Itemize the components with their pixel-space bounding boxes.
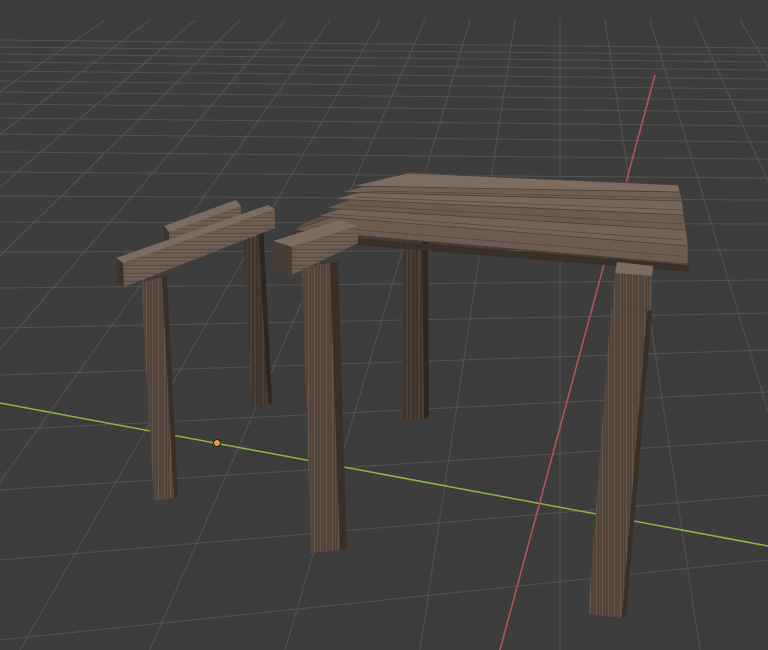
plank-roof[interactable]: [292, 172, 689, 272]
small-frame-object[interactable]: [116, 200, 275, 501]
roofed-frame-front-left-post[interactable]: [302, 262, 347, 553]
origin-marker-icon[interactable]: [213, 439, 221, 447]
roofed-frame-object[interactable]: [273, 172, 689, 618]
3d-viewport[interactable]: [0, 0, 768, 650]
small-frame-left-post[interactable]: [141, 275, 178, 501]
roofed-frame-front-right-post[interactable]: [588, 262, 653, 618]
x-axis-line: [0, 402, 768, 547]
small-frame-right-post[interactable]: [243, 221, 272, 408]
floor-grid: [0, 19, 768, 650]
viewport-canvas[interactable]: [0, 0, 768, 650]
roofed-frame-back-post[interactable]: [402, 238, 429, 420]
